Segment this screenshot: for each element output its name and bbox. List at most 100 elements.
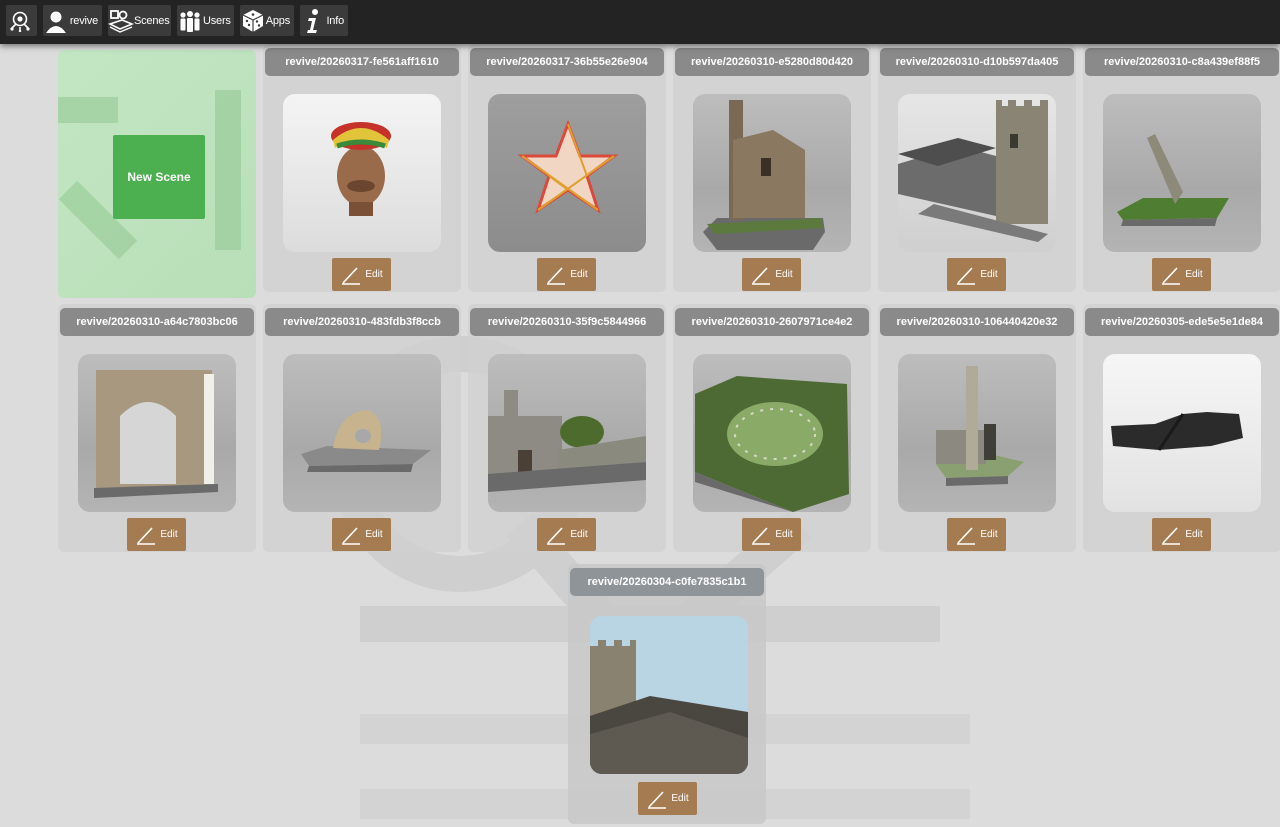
dark-log-icon — [1111, 412, 1243, 451]
apps-cube-icon — [240, 5, 266, 36]
edit-label: Edit — [671, 793, 689, 804]
apps-button[interactable]: Apps — [240, 5, 294, 36]
apps-label: Apps — [265, 14, 290, 27]
tower-roof-photo-icon — [590, 616, 748, 774]
scene-thumbnail[interactable] — [898, 354, 1056, 512]
scene-title[interactable]: revive/20260310-d10b597da405 — [880, 48, 1074, 76]
scene-grid: New Scene revive/20260317-fe561aff1610 E… — [0, 44, 1280, 827]
edit-label: Edit — [775, 269, 793, 280]
pencil-icon — [752, 266, 771, 285]
info-label: Info — [326, 14, 344, 27]
new-scene-label: New Scene — [127, 170, 191, 184]
users-group-icon — [177, 5, 203, 36]
scene-card: revive/20260305-ede5e5e1de84 Edit — [1083, 304, 1280, 552]
stone-arch-icon — [94, 370, 218, 498]
holed-rock-icon — [301, 410, 431, 472]
scene-card: revive/20260310-483fdb3f8ccb Edit — [263, 304, 461, 552]
pencil-icon — [547, 266, 566, 285]
star-model-icon — [517, 119, 619, 214]
edit-button[interactable]: Edit — [742, 258, 801, 291]
edit-button[interactable]: Edit — [947, 518, 1006, 551]
new-scene-card: New Scene — [58, 50, 256, 298]
edit-button[interactable]: Edit — [332, 518, 391, 551]
scene-card: revive/20260310-a64c7803bc06 Edit — [58, 304, 256, 552]
scene-card: revive/20260310-e5280d80d420 Edit — [673, 44, 871, 292]
pencil-icon — [137, 526, 156, 545]
scenes-icon — [108, 5, 134, 36]
scene-title[interactable]: revive/20260310-e5280d80d420 — [675, 48, 869, 76]
scene-card: revive/20260310-2607971ce4e2 Edit — [673, 304, 871, 552]
pencil-icon — [342, 266, 361, 285]
edit-button[interactable]: Edit — [1152, 518, 1211, 551]
scene-thumbnail[interactable] — [693, 354, 851, 512]
scene-thumbnail[interactable] — [1103, 94, 1261, 252]
engine-house-icon — [703, 100, 825, 250]
scene-title[interactable]: revive/20260305-ede5e5e1de84 — [1085, 308, 1279, 336]
edit-label: Edit — [1185, 269, 1203, 280]
edit-label: Edit — [1185, 529, 1203, 540]
user-label: revive — [69, 14, 98, 27]
users-button[interactable]: Users — [177, 5, 234, 36]
scene-title[interactable]: revive/20260317-fe561aff1610 — [265, 48, 459, 76]
scene-thumbnail[interactable] — [590, 616, 748, 774]
edit-label: Edit — [570, 269, 588, 280]
edit-button[interactable]: Edit — [127, 518, 186, 551]
scene-card: revive/20260317-fe561aff1610 Edit — [263, 44, 461, 292]
scene-thumbnail[interactable] — [898, 94, 1056, 252]
scene-card: revive/20260304-c0fe7835c1b1 Edit — [568, 564, 766, 824]
pencil-icon — [752, 526, 771, 545]
edit-label: Edit — [570, 529, 588, 540]
scene-title[interactable]: revive/20260304-c0fe7835c1b1 — [570, 568, 764, 596]
chapel-icon — [488, 390, 646, 492]
edit-button[interactable]: Edit — [947, 258, 1006, 291]
edit-button[interactable]: Edit — [537, 258, 596, 291]
edit-label: Edit — [365, 269, 383, 280]
edit-button[interactable]: Edit — [742, 518, 801, 551]
user-icon — [43, 5, 70, 36]
standing-stone-icon — [1117, 134, 1229, 226]
info-icon — [300, 5, 326, 36]
top-navigation-bar: revive Scenes Users Apps Info — [0, 0, 1280, 44]
scene-title[interactable]: revive/20260310-483fdb3f8ccb — [265, 308, 459, 336]
scene-title[interactable]: revive/20260310-a64c7803bc06 — [60, 308, 254, 336]
scene-title[interactable]: revive/20260310-106440420e32 — [880, 308, 1074, 336]
edit-label: Edit — [980, 529, 998, 540]
pencil-icon — [547, 526, 566, 545]
scene-thumbnail[interactable] — [488, 94, 646, 252]
scene-title[interactable]: revive/20260310-c8a439ef88f5 — [1085, 48, 1279, 76]
pencil-icon — [648, 790, 667, 809]
church-tower-icon — [898, 100, 1048, 242]
pencil-icon — [957, 526, 976, 545]
edit-label: Edit — [775, 529, 793, 540]
edit-button[interactable]: Edit — [332, 258, 391, 291]
scene-card: revive/20260310-35f9c5844966 Edit — [468, 304, 666, 552]
scene-title[interactable]: revive/20260317-36b55e26e904 — [470, 48, 664, 76]
info-button[interactable]: Info — [300, 5, 348, 36]
scene-card: revive/20260317-36b55e26e904 Edit — [468, 44, 666, 292]
scene-thumbnail[interactable] — [1103, 354, 1261, 512]
scene-title[interactable]: revive/20260310-2607971ce4e2 — [675, 308, 869, 336]
scene-card: revive/20260310-106440420e32 Edit — [878, 304, 1076, 552]
scene-title[interactable]: revive/20260310-35f9c5844966 — [470, 308, 664, 336]
scenes-label: Scenes — [134, 14, 170, 27]
scene-thumbnail[interactable] — [283, 354, 441, 512]
edit-button[interactable]: Edit — [1152, 258, 1211, 291]
pencil-icon — [957, 266, 976, 285]
edit-button[interactable]: Edit — [537, 518, 596, 551]
home-button[interactable] — [6, 5, 37, 36]
scene-thumbnail[interactable] — [78, 354, 236, 512]
stone-circle-icon — [695, 376, 849, 512]
head-sculpture-icon — [331, 122, 391, 216]
scenes-button[interactable]: Scenes — [108, 5, 171, 36]
scene-thumbnail[interactable] — [283, 94, 441, 252]
edit-button[interactable]: Edit — [638, 782, 697, 815]
new-scene-button[interactable]: New Scene — [113, 135, 205, 219]
scene-thumbnail[interactable] — [488, 354, 646, 512]
user-menu-button[interactable]: revive — [43, 5, 102, 36]
edit-label: Edit — [365, 529, 383, 540]
scene-card: revive/20260310-c8a439ef88f5 Edit — [1083, 44, 1280, 292]
scene-thumbnail[interactable] — [693, 94, 851, 252]
pencil-icon — [342, 526, 361, 545]
pillar-stone-icon — [936, 366, 1024, 486]
scene-card: revive/20260310-d10b597da405 Edit — [878, 44, 1076, 292]
